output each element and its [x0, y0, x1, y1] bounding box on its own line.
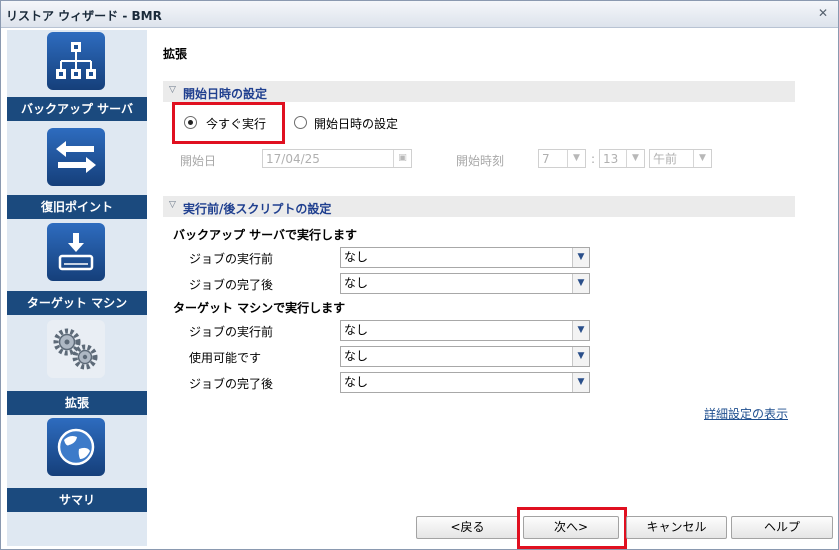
- row-label: ジョブの完了後: [189, 278, 274, 292]
- gears-icon: [47, 320, 105, 378]
- help-button[interactable]: ヘルプ: [731, 516, 833, 539]
- target-machine-heading: ターゲット マシンで実行します: [173, 301, 346, 315]
- radio-run-now[interactable]: [184, 116, 197, 129]
- sidebar-item-target-machine[interactable]: ターゲット マシン: [7, 221, 147, 317]
- select-value: なし: [344, 323, 369, 337]
- target-machine-icon: [47, 223, 105, 281]
- select-value: なし: [344, 349, 369, 363]
- backup-server-heading: バックアップ サーバで実行します: [173, 228, 358, 242]
- radio-set-start-time[interactable]: [294, 116, 307, 129]
- chevron-down-icon: ▼: [693, 150, 711, 167]
- chevron-down-icon: ▼: [626, 150, 644, 167]
- chevron-down-icon: ▼: [572, 347, 589, 366]
- chevron-down-icon: ▼: [572, 321, 589, 340]
- close-icon[interactable]: ✕: [816, 6, 830, 20]
- minute-select[interactable]: 13 ▼: [599, 149, 645, 168]
- sidebar-item-label: バックアップ サーバ: [7, 97, 147, 121]
- title-bar: リストア ウィザード - BMR ✕: [1, 1, 838, 28]
- sidebar-item-label: 拡張: [7, 391, 147, 415]
- next-button[interactable]: 次へ>: [523, 516, 619, 539]
- minute-value: 13: [603, 152, 619, 166]
- section-header-scripts[interactable]: ▽ 実行前/後スクリプトの設定: [163, 196, 795, 217]
- row-label: 使用可能です: [189, 351, 262, 365]
- sidebar-item-summary[interactable]: サマリ: [7, 413, 147, 513]
- globe-icon: [47, 418, 105, 476]
- select-value: なし: [344, 276, 369, 290]
- section-title: 開始日時の設定: [183, 87, 268, 101]
- window-title: リストア ウィザード - BMR: [6, 9, 162, 23]
- row-label: ジョブの実行前: [189, 252, 274, 266]
- cancel-button[interactable]: キャンセル: [626, 516, 727, 539]
- main-panel: 拡張 ▽ 開始日時の設定 今すぐ実行 開始日時の設定 開始日 17/04/25 …: [151, 30, 835, 549]
- calendar-icon[interactable]: ▣: [393, 150, 411, 167]
- sidebar-item-label: 復旧ポイント: [7, 195, 147, 219]
- backup-pre-job-select[interactable]: なし ▼: [340, 247, 590, 268]
- wizard-sidebar: バックアップ サーバ 復旧ポイント ターゲット マシン 拡張 サマリ: [7, 30, 147, 546]
- recovery-point-icon: [47, 128, 105, 186]
- sidebar-item-label: ターゲット マシン: [7, 291, 147, 315]
- target-available-select[interactable]: なし ▼: [340, 346, 590, 367]
- backup-server-icon: [47, 32, 105, 90]
- hour-value: 7: [542, 152, 550, 166]
- start-date-label: 開始日: [180, 154, 217, 168]
- start-date-value: 17/04/25: [266, 152, 320, 166]
- back-button[interactable]: <戻る: [416, 516, 519, 539]
- ampm-select[interactable]: 午前 ▼: [649, 149, 712, 168]
- backup-post-job-select[interactable]: なし ▼: [340, 273, 590, 294]
- sidebar-item-recovery-point[interactable]: 復旧ポイント: [7, 125, 147, 221]
- row-label: ジョブの実行前: [189, 325, 274, 339]
- chevron-down-icon: ▼: [572, 274, 589, 293]
- sidebar-item-advanced[interactable]: 拡張: [7, 317, 147, 415]
- collapse-arrow-icon: ▽: [169, 200, 176, 210]
- page-title: 拡張: [163, 47, 188, 61]
- radio-run-now-label: 今すぐ実行: [206, 117, 267, 131]
- show-advanced-settings-link[interactable]: 詳細設定の表示: [704, 405, 788, 422]
- row-label: ジョブの完了後: [189, 377, 274, 391]
- hour-select[interactable]: 7 ▼: [538, 149, 586, 168]
- start-date-field[interactable]: 17/04/25 ▣: [262, 149, 412, 168]
- chevron-down-icon: ▼: [572, 373, 589, 392]
- target-pre-job-select[interactable]: なし ▼: [340, 320, 590, 341]
- select-value: なし: [344, 375, 369, 389]
- select-value: なし: [344, 250, 369, 264]
- sidebar-item-backup-server[interactable]: バックアップ サーバ: [7, 30, 147, 125]
- start-time-label: 開始時刻: [456, 154, 505, 168]
- target-post-job-select[interactable]: なし ▼: [340, 372, 590, 393]
- section-header-start-time[interactable]: ▽ 開始日時の設定: [163, 81, 795, 102]
- collapse-arrow-icon: ▽: [169, 85, 176, 95]
- time-separator: :: [591, 152, 596, 166]
- ampm-value: 午前: [653, 152, 678, 166]
- chevron-down-icon: ▼: [567, 150, 585, 167]
- section-title: 実行前/後スクリプトの設定: [183, 202, 332, 216]
- radio-set-start-time-label: 開始日時の設定: [314, 117, 399, 131]
- restore-wizard-window: リストア ウィザード - BMR ✕ バックアップ サーバ 復旧ポイント ターゲ…: [0, 0, 839, 550]
- chevron-down-icon: ▼: [572, 248, 589, 267]
- sidebar-item-label: サマリ: [7, 488, 147, 512]
